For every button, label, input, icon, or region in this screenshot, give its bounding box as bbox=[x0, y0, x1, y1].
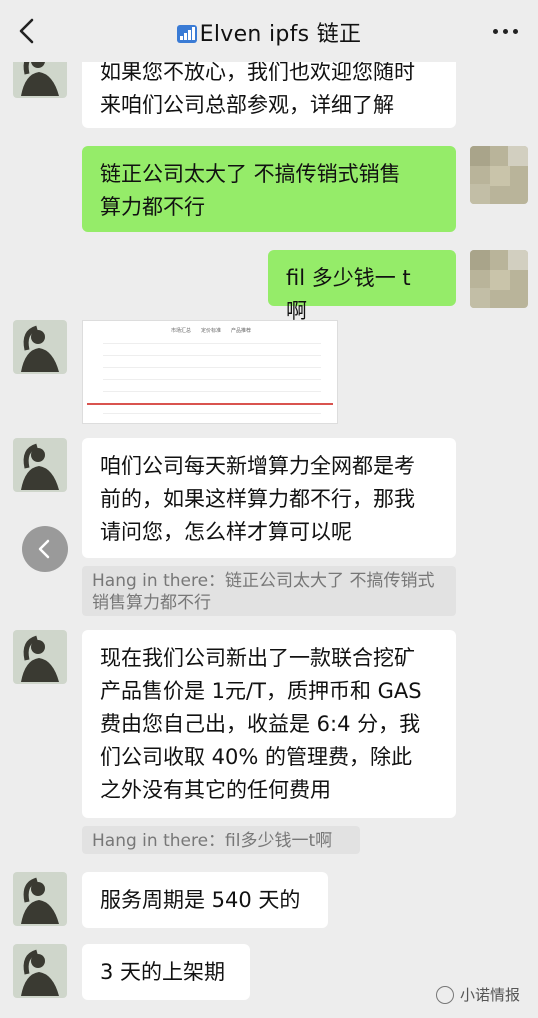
highlight-line bbox=[87, 403, 333, 405]
message-bubble-incoming[interactable]: 3 天的上架期 bbox=[82, 944, 250, 1000]
image-tabs: 市场汇总 定价标准 产品推荐 bbox=[171, 328, 252, 334]
message-text-line: 之外没有其它的任何费用 bbox=[100, 778, 331, 802]
quoted-reply[interactable]: Hang in there：链正公司太大了 不搞传销式销售算力都不行 bbox=[82, 566, 456, 616]
message-text-line: 现在我们公司新出了一款联合挖矿 bbox=[100, 646, 415, 670]
message-text-line: 请问您，怎么样才算可以呢 bbox=[100, 520, 352, 544]
avatar[interactable] bbox=[13, 872, 67, 926]
avatar[interactable] bbox=[13, 944, 67, 998]
message-text-line: 费由您自己出，收益是 6:4 分，我 bbox=[100, 712, 421, 736]
image-message[interactable]: 市场汇总 定价标准 产品推荐 bbox=[82, 320, 338, 424]
chat-title: Elven ipfs 链正 bbox=[0, 16, 538, 48]
avatar-self[interactable] bbox=[470, 250, 528, 308]
avatar[interactable] bbox=[13, 320, 67, 374]
message-text-line: 们公司收取 40% 的管理费，除此 bbox=[100, 745, 413, 769]
message-text-line: 来咱们公司总部参观，详细了解 bbox=[100, 93, 394, 117]
chevron-left-icon bbox=[38, 539, 50, 559]
ellipsis-icon[interactable] bbox=[492, 19, 520, 43]
avatar-self[interactable] bbox=[470, 146, 528, 204]
wechat-icon bbox=[435, 986, 454, 1004]
message-text-line: 链正公司太大了 不搞传销式销售 bbox=[100, 162, 401, 186]
message-bubble-incoming[interactable]: 咱们公司每天新增算力全网都是考 前的，如果这样算力都不行，那我 请问您，怎么样才… bbox=[82, 438, 456, 558]
message-text-line: 算力都不行 bbox=[100, 195, 205, 219]
quoted-reply[interactable]: Hang in there：fil多少钱一t啊 bbox=[82, 826, 360, 854]
message-text-line: 产品售价是 1元/T，质押币和 GAS bbox=[100, 679, 422, 703]
signal-bars-icon bbox=[176, 25, 197, 43]
avatar[interactable] bbox=[13, 438, 67, 492]
message-text-line: 前的，如果这样算力都不行，那我 bbox=[100, 487, 415, 511]
chat-header: Elven ipfs 链正 bbox=[0, 0, 538, 62]
avatar[interactable] bbox=[13, 630, 67, 684]
message-bubble-outgoing[interactable]: 链正公司太大了 不搞传销式销售 算力都不行 bbox=[82, 146, 456, 232]
message-text-line: fil 多少钱一 t 啊 bbox=[286, 266, 411, 323]
watermark: 小诺情报 bbox=[435, 984, 520, 1005]
message-text-line: 服务周期是 540 天的 bbox=[100, 888, 301, 912]
message-text-line: 咱们公司每天新增算力全网都是考 bbox=[100, 454, 415, 478]
message-text-line: 3 天的上架期 bbox=[100, 960, 226, 984]
message-bubble-outgoing[interactable]: fil 多少钱一 t 啊 bbox=[268, 250, 456, 323]
floating-back-button[interactable] bbox=[22, 526, 68, 572]
message-bubble-incoming[interactable]: 现在我们公司新出了一款联合挖矿 产品售价是 1元/T，质押币和 GAS 费由您自… bbox=[82, 630, 456, 818]
message-bubble-incoming[interactable]: 服务周期是 540 天的 bbox=[82, 872, 328, 928]
